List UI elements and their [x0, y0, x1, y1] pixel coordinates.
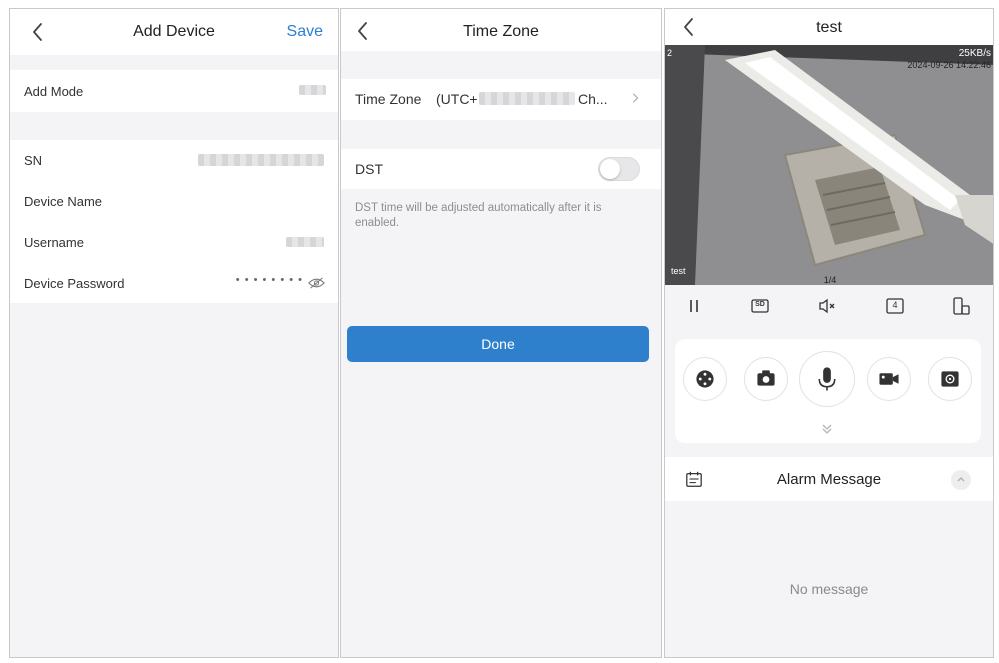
rotate-screen-icon[interactable] — [950, 295, 972, 317]
toggle-knob — [600, 159, 620, 179]
ptz-button[interactable] — [683, 357, 727, 401]
time-zone-value-prefix: (UTC+ — [436, 91, 478, 107]
username-row[interactable]: Username — [10, 222, 338, 262]
talk-button[interactable] — [799, 351, 855, 407]
dst-label: DST — [355, 161, 383, 177]
split-badge-text: 4 — [892, 300, 898, 310]
stream-quality-button[interactable]: SD — [749, 295, 771, 317]
time-zone-label: Time Zone — [355, 91, 422, 107]
dst-note: DST time will be adjusted automatically … — [355, 202, 602, 229]
add-mode-label: Add Mode — [24, 84, 84, 99]
mute-icon[interactable] — [816, 295, 838, 317]
page-title: test — [816, 19, 842, 36]
device-name-label: Device Name — [24, 194, 103, 209]
camera-scene-image — [665, 45, 993, 285]
expand-chevrons-icon[interactable] — [821, 423, 833, 435]
time-zone-value-suffix: Ch... — [578, 91, 608, 107]
capture-button[interactable] — [928, 357, 972, 401]
dst-row: DST — [341, 149, 661, 189]
password-row[interactable]: Device Password • • • • • • • • — [10, 262, 338, 303]
microphone-icon — [818, 367, 836, 391]
username-label: Username — [24, 235, 84, 250]
time-zone-screen: Time Zone Time Zone (UTC+ Ch... DST DST … — [340, 8, 662, 658]
add-device-screen: Add Device Save Add Mode SN Device Name … — [9, 8, 339, 658]
player-toolbar: SD 4 — [665, 285, 993, 327]
password-label: Device Password — [24, 276, 125, 291]
chevron-right-icon — [633, 93, 639, 103]
sn-row[interactable]: SN — [10, 140, 338, 180]
device-name-row[interactable]: Device Name — [10, 181, 338, 222]
empty-state-text: No message — [789, 581, 869, 597]
ptz-icon — [696, 370, 714, 388]
pause-icon[interactable] — [683, 295, 705, 317]
time-zone-nav-bar: Time Zone — [341, 9, 661, 51]
done-button[interactable]: Done — [347, 326, 649, 362]
collapse-button[interactable] — [951, 470, 971, 490]
channel-corner-label: 2 — [667, 48, 673, 58]
dst-toggle[interactable] — [598, 157, 640, 181]
control-panel — [675, 339, 981, 443]
sn-label: SN — [24, 153, 43, 168]
time-zone-row[interactable]: Time Zone (UTC+ Ch... — [341, 79, 661, 120]
chevron-up-icon — [957, 477, 965, 482]
camera-icon — [757, 370, 775, 386]
live-view-nav-bar: test — [665, 9, 993, 45]
add-mode-value-redacted — [299, 85, 326, 95]
video-camera-icon — [879, 373, 899, 385]
stream-rate: 25KB/s — [958, 48, 991, 59]
live-view-screen: test 2 25KB/s 2024-09-26 14:22:46 test 1… — [664, 8, 994, 658]
password-mask: • • • • • • • • — [235, 274, 303, 286]
sd-badge-text: SD — [755, 301, 765, 308]
video-timestamp: 2024-09-26 14:22:46 — [907, 60, 991, 70]
split-screen-button[interactable]: 4 — [884, 295, 906, 317]
target-icon — [941, 371, 959, 387]
time-zone-value-redacted — [479, 92, 575, 105]
alarm-message-title: Alarm Message — [776, 471, 882, 488]
device-info-group: SN Device Name Username Device Password … — [10, 140, 338, 303]
record-button[interactable] — [867, 357, 911, 401]
camera-feed[interactable]: 2 25KB/s 2024-09-26 14:22:46 test 1/4 — [665, 45, 993, 285]
add-mode-row[interactable]: Add Mode — [10, 70, 338, 112]
save-button[interactable]: Save — [287, 23, 323, 41]
snapshot-button[interactable] — [744, 357, 788, 401]
username-value-redacted — [286, 237, 324, 247]
alarm-message-header: Alarm Message — [665, 457, 993, 501]
page-indicator: 1/4 — [823, 275, 837, 285]
add-device-nav-bar: Add Device Save — [10, 9, 338, 55]
sn-value-redacted — [198, 154, 324, 166]
eye-icon[interactable] — [308, 277, 325, 289]
page-title: Time Zone — [463, 23, 539, 40]
